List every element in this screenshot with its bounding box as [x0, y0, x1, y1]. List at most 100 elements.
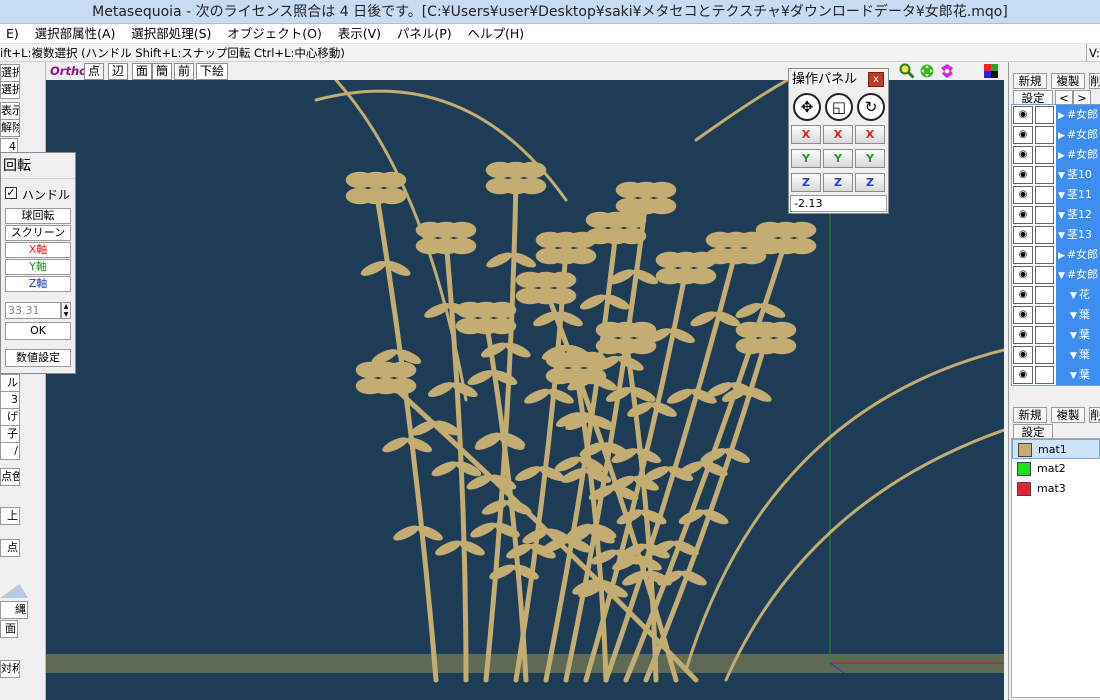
- menu-help[interactable]: ヘルプ(H): [461, 24, 530, 44]
- visibility-eye-icon[interactable]: ◉: [1013, 226, 1033, 244]
- object-row[interactable]: ◉ ▼ 葉: [1012, 365, 1100, 385]
- operation-value-field[interactable]: -2.13: [790, 195, 887, 212]
- object-name[interactable]: ▼ 茎12: [1056, 205, 1100, 225]
- command-ko[interactable]: 子: [0, 425, 20, 443]
- collapse-arrow-icon[interactable]: ▼: [1070, 331, 1077, 341]
- handle-checkbox[interactable]: ✓: [5, 187, 17, 199]
- command-ru[interactable]: ル: [0, 374, 20, 392]
- object-row[interactable]: ◉ ▶ #女郎: [1012, 145, 1100, 165]
- material-row[interactable]: mat3: [1012, 479, 1100, 499]
- view-grid-icon[interactable]: [984, 64, 998, 78]
- object-row[interactable]: ◉ ▼ 茎12: [1012, 205, 1100, 225]
- visibility-eye-icon[interactable]: ◉: [1013, 106, 1033, 124]
- z-axis-button[interactable]: Z軸: [5, 276, 71, 292]
- visibility-eye-icon[interactable]: ◉: [1013, 246, 1033, 264]
- menu-edit[interactable]: E): [0, 24, 25, 44]
- rotate-x-button[interactable]: X: [855, 125, 885, 144]
- object-name[interactable]: ▼ 葉: [1056, 305, 1100, 325]
- rotate-icon[interactable]: ↻: [857, 93, 885, 121]
- visibility-eye-icon[interactable]: ◉: [1013, 206, 1033, 224]
- menu-object[interactable]: オブジェクト(O): [221, 24, 328, 44]
- material-swatch[interactable]: [1017, 462, 1031, 476]
- command-point[interactable]: 点: [0, 539, 20, 557]
- visibility-eye-icon[interactable]: ◉: [1013, 266, 1033, 284]
- command-show[interactable]: 表示: [0, 102, 20, 120]
- collapse-arrow-icon[interactable]: ▼: [1070, 311, 1077, 321]
- material-row[interactable]: mat2: [1012, 459, 1100, 479]
- object-name[interactable]: ▼ #女郎: [1056, 265, 1100, 285]
- move-x-button[interactable]: X: [791, 125, 821, 144]
- command-ge[interactable]: げ: [0, 408, 20, 426]
- move-y-button[interactable]: Y: [791, 149, 821, 168]
- lock-checkbox[interactable]: [1035, 166, 1054, 184]
- collapse-arrow-icon[interactable]: ▼: [1058, 271, 1065, 281]
- material-row[interactable]: mat1: [1012, 439, 1100, 459]
- command-select-2[interactable]: 選択: [0, 81, 20, 99]
- command-vertex-color[interactable]: 点色: [0, 468, 20, 486]
- collapse-arrow-icon[interactable]: ▼: [1070, 291, 1077, 301]
- visibility-eye-icon[interactable]: ◉: [1013, 366, 1033, 384]
- rotate-z-button[interactable]: Z: [855, 173, 885, 192]
- object-new-button[interactable]: 新規: [1013, 73, 1047, 89]
- visibility-eye-icon[interactable]: ◉: [1013, 306, 1033, 324]
- lock-checkbox[interactable]: [1035, 186, 1054, 204]
- material-swatch[interactable]: [1017, 482, 1031, 496]
- lock-checkbox[interactable]: [1035, 146, 1054, 164]
- collapse-arrow-icon[interactable]: ▼: [1058, 171, 1065, 181]
- object-row[interactable]: ◉ ▼ 茎13: [1012, 225, 1100, 245]
- ortho-toggle[interactable]: Ortho: [50, 64, 87, 78]
- command-symmetry[interactable]: 対称: [0, 660, 20, 678]
- object-row[interactable]: ◉ ▼ #女郎: [1012, 265, 1100, 285]
- zoom-icon[interactable]: [899, 63, 915, 79]
- visibility-eye-icon[interactable]: ◉: [1013, 326, 1033, 344]
- view-button-front[interactable]: 前: [174, 63, 195, 80]
- object-name[interactable]: ▼ 葉: [1056, 345, 1100, 365]
- visibility-eye-icon[interactable]: ◉: [1013, 146, 1033, 164]
- object-row[interactable]: ◉ ▼ 花: [1012, 285, 1100, 305]
- move-icon[interactable]: ✥: [793, 93, 821, 121]
- object-row[interactable]: ◉ ▼ 葉: [1012, 325, 1100, 345]
- object-row[interactable]: ◉ ▼ 茎11: [1012, 185, 1100, 205]
- menu-panel[interactable]: パネル(P): [391, 24, 458, 44]
- command-rope[interactable]: 縄: [0, 601, 28, 619]
- view-button-face[interactable]: 面: [132, 63, 153, 80]
- command-face[interactable]: 面: [0, 620, 18, 638]
- lock-checkbox[interactable]: [1035, 306, 1054, 324]
- object-name[interactable]: ▼ 葉: [1056, 365, 1100, 385]
- object-row[interactable]: ◉ ▼ 葉: [1012, 305, 1100, 325]
- lock-checkbox[interactable]: [1035, 346, 1054, 364]
- object-name[interactable]: ▼ 茎10: [1056, 165, 1100, 185]
- object-name[interactable]: ▶ #女郎: [1056, 105, 1100, 125]
- lock-checkbox[interactable]: [1035, 206, 1054, 224]
- object-name[interactable]: ▶ #女郎: [1056, 245, 1100, 265]
- screen-rotate-button[interactable]: スクリーン: [5, 225, 71, 241]
- lock-checkbox[interactable]: [1035, 226, 1054, 244]
- expand-arrow-icon[interactable]: ▶: [1058, 131, 1065, 141]
- rotate-view-icon[interactable]: [939, 63, 955, 79]
- collapse-arrow-icon[interactable]: ▼: [1058, 211, 1065, 221]
- command-select-1[interactable]: 選択: [0, 64, 20, 82]
- object-row[interactable]: ◉ ▼ 茎10: [1012, 165, 1100, 185]
- x-axis-button[interactable]: X軸: [5, 242, 71, 258]
- visibility-eye-icon[interactable]: ◉: [1013, 126, 1033, 144]
- command-3[interactable]: 3: [0, 391, 20, 409]
- visibility-eye-icon[interactable]: ◉: [1013, 286, 1033, 304]
- command-slash[interactable]: /: [0, 442, 20, 460]
- expand-arrow-icon[interactable]: ▶: [1058, 111, 1065, 121]
- ok-button[interactable]: OK: [5, 322, 71, 340]
- material-swatch[interactable]: [1018, 443, 1032, 457]
- lock-checkbox[interactable]: [1035, 266, 1054, 284]
- y-axis-button[interactable]: Y軸: [5, 259, 71, 275]
- object-name[interactable]: ▼ 葉: [1056, 325, 1100, 345]
- close-icon[interactable]: x: [868, 72, 884, 87]
- lock-checkbox[interactable]: [1035, 286, 1054, 304]
- view-button-edge[interactable]: 辺: [108, 63, 129, 80]
- expand-arrow-icon[interactable]: ▶: [1058, 151, 1065, 161]
- command-up[interactable]: 上: [0, 507, 20, 525]
- object-row[interactable]: ◉ ▶ #女郎: [1012, 105, 1100, 125]
- object-name[interactable]: ▶ #女郎: [1056, 145, 1100, 165]
- object-name[interactable]: ▼ 茎13: [1056, 225, 1100, 245]
- material-duplicate-button[interactable]: 複製: [1051, 407, 1085, 423]
- object-delete-button[interactable]: 削: [1089, 73, 1100, 89]
- view-button-underlay[interactable]: 下絵: [196, 63, 229, 80]
